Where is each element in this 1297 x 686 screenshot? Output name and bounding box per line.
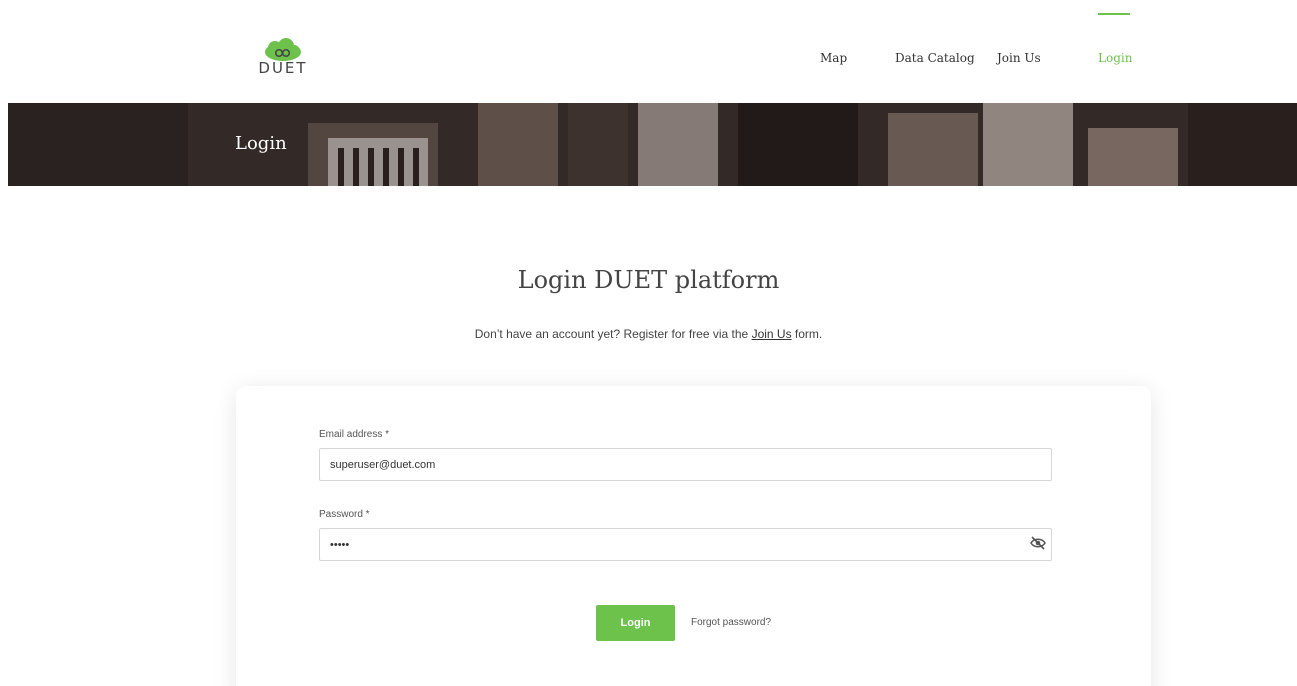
register-prompt-text: Don’t have an account yet? Register for …: [474, 327, 752, 341]
email-field[interactable]: [319, 448, 1052, 481]
join-us-link[interactable]: Join Us: [752, 327, 792, 341]
forgot-password-link[interactable]: Forgot password?: [691, 617, 771, 628]
nav-item-data-catalog[interactable]: Data Catalog: [895, 51, 975, 65]
password-field[interactable]: [319, 528, 1052, 561]
logo-text: DUET: [258, 59, 308, 77]
hero-banner: Login: [8, 103, 1297, 186]
nav-item-map[interactable]: Map: [820, 51, 847, 65]
login-button[interactable]: Login: [596, 605, 675, 641]
nav-item-login[interactable]: Login: [1098, 51, 1132, 65]
nav-active-indicator: [1098, 13, 1130, 15]
login-card: Email address * Password * Login Forgot …: [236, 386, 1151, 686]
register-prompt: Don’t have an account yet? Register for …: [0, 327, 1297, 341]
city-skyline-image: [8, 103, 1297, 186]
page-title: Login DUET platform: [517, 266, 780, 294]
register-prompt-suffix: form.: [791, 327, 823, 341]
duet-logo[interactable]: DUET: [255, 38, 311, 78]
password-label: Password *: [319, 509, 370, 520]
email-label: Email address *: [319, 429, 390, 440]
eye-slash-icon[interactable]: [1030, 536, 1046, 550]
site-header: DUET Map Data Catalog Join Us Login: [0, 0, 1297, 103]
nav-item-join-us[interactable]: Join Us: [997, 51, 1041, 65]
hero-title: Login: [235, 133, 287, 154]
